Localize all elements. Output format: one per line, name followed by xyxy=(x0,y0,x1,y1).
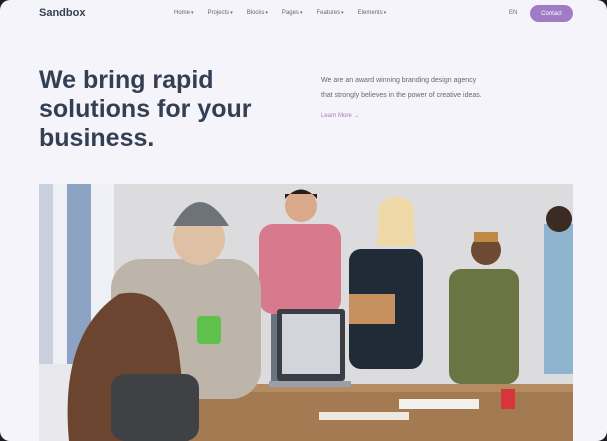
chevron-down-icon: ▾ xyxy=(265,10,268,16)
nav-item-projects[interactable]: Projects▾ xyxy=(208,10,233,16)
headline-line: solutions for your xyxy=(39,95,252,123)
logo[interactable]: Sandbox xyxy=(39,7,85,19)
headline-line: We bring rapid xyxy=(39,66,214,94)
nav-item-label: Elements xyxy=(357,10,383,16)
page: Sandbox Home▾ Projects▾ Blocks▾ Pages▾ F… xyxy=(0,0,607,441)
nav-item-elements[interactable]: Elements▾ xyxy=(358,10,387,16)
nav-item-home[interactable]: Home▾ xyxy=(174,10,194,16)
nav-item-label: Blocks xyxy=(246,10,265,16)
nav-item-label: Home xyxy=(174,10,191,16)
language-selector[interactable]: EN xyxy=(509,10,517,16)
chevron-down-icon: ▾ xyxy=(341,10,344,16)
contact-button[interactable]: Contact xyxy=(530,5,573,22)
description-line: that strongly believes in the power of c… xyxy=(321,92,482,99)
hero-description: We are an award winning branding design … xyxy=(321,73,576,103)
chevron-down-icon: ▾ xyxy=(299,10,303,16)
nav-item-features[interactable]: Features▾ xyxy=(316,10,343,16)
hero-photo xyxy=(39,184,573,441)
nav-item-blocks[interactable]: Blocks▾ xyxy=(247,10,268,16)
team-meeting-image xyxy=(39,184,573,441)
learn-more-label: Learn More xyxy=(321,113,352,119)
navbar: Sandbox Home▾ Projects▾ Blocks▾ Pages▾ F… xyxy=(0,0,607,28)
nav-item-label: Projects xyxy=(207,10,230,16)
arrow-right-icon: → xyxy=(351,113,360,119)
nav-item-label: Pages xyxy=(281,10,299,16)
main-menu: Home▾ Projects▾ Blocks▾ Pages▾ Features▾… xyxy=(174,10,400,16)
chevron-down-icon: ▾ xyxy=(230,10,233,16)
chevron-down-icon: ▾ xyxy=(383,10,387,16)
learn-more-link[interactable]: Learn More → xyxy=(321,113,359,119)
nav-item-pages[interactable]: Pages▾ xyxy=(282,10,303,16)
chevron-down-icon: ▾ xyxy=(191,10,194,16)
headline-line: business. xyxy=(39,124,155,152)
hero-headline: We bring rapid solutions for your busine… xyxy=(39,66,299,153)
description-line: We are an award winning branding design … xyxy=(321,77,477,84)
nav-item-label: Features xyxy=(316,10,341,16)
